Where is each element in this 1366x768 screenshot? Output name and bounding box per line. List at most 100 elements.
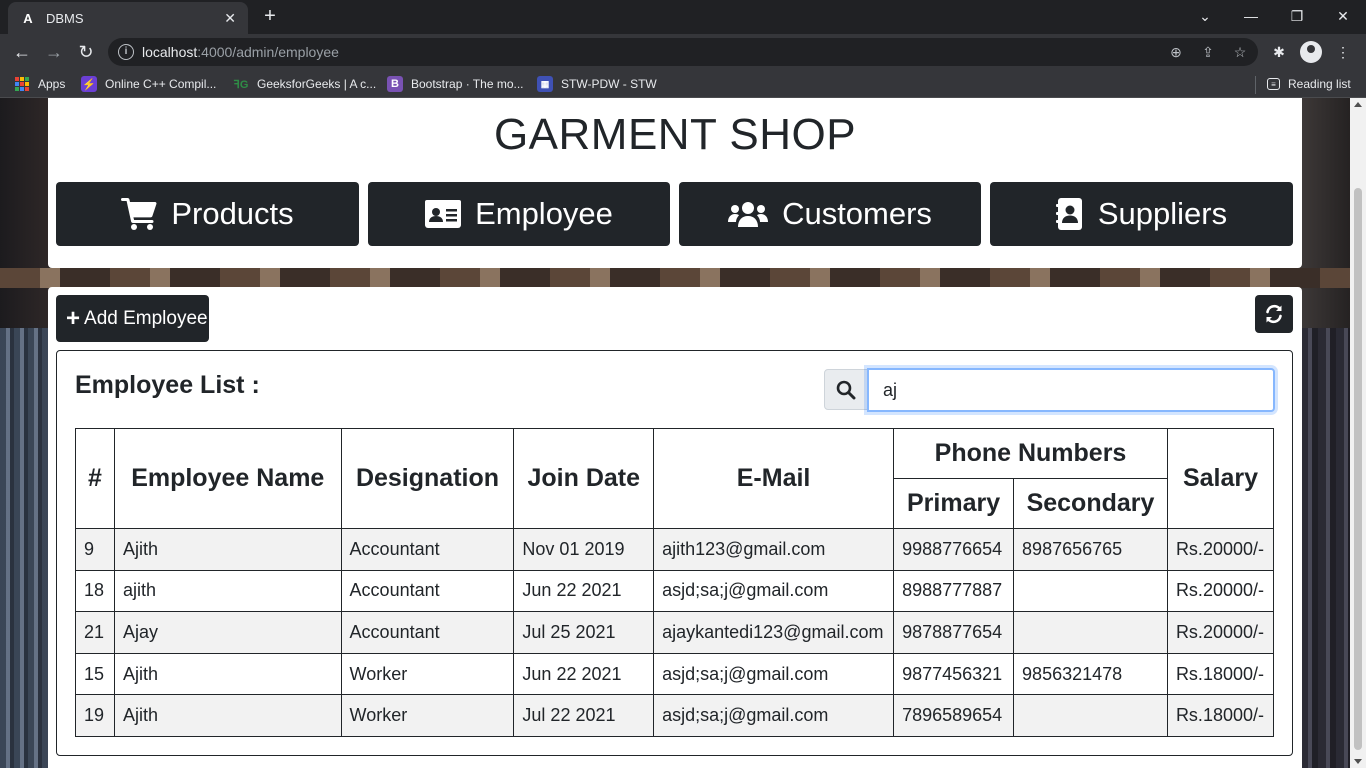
employee-table: # Employee Name Designation Join Date E-… <box>75 428 1275 737</box>
bookmark-online-cpp[interactable]: ⚡ Online C++ Compil... <box>81 75 216 93</box>
cell-secondary-phone <box>1013 569 1168 613</box>
employee-search-input[interactable] <box>867 368 1275 412</box>
tab-close-icon[interactable]: ✕ <box>224 10 236 27</box>
cell-join-date: Jun 22 2021 <box>513 652 655 696</box>
reload-icon[interactable]: ↻ <box>74 40 98 64</box>
gfg-icon: ꟻG <box>233 78 249 91</box>
lightning-icon: ⚡ <box>81 76 97 92</box>
scrollbar-thumb[interactable] <box>1354 188 1362 750</box>
customers-label: Customers <box>782 196 932 231</box>
angular-favicon-icon: A <box>23 10 33 26</box>
share-icon[interactable]: ⇪ <box>1199 43 1217 61</box>
products-button[interactable]: Products <box>56 182 359 246</box>
cell-name: Ajay <box>113 611 342 654</box>
employee-list-title: Employee List : <box>75 371 260 399</box>
cell-secondary-phone <box>1013 611 1168 654</box>
cell-designation: Worker <box>340 694 515 737</box>
cell-salary: Rs.20000/- <box>1166 528 1275 571</box>
cell-designation: Accountant <box>340 611 515 654</box>
new-tab-icon[interactable]: + <box>258 6 282 28</box>
background-image <box>1300 328 1350 768</box>
cell-secondary-phone <box>1013 694 1168 737</box>
cell-name: Ajith <box>113 528 342 571</box>
bookmarks-bar: Apps ⚡ Online C++ Compil... ꟻG GeeksforG… <box>0 70 1366 98</box>
column-header-email: E-Mail <box>653 428 895 529</box>
cell-salary: Rs.20000/- <box>1166 611 1275 654</box>
site-info-icon[interactable]: i <box>118 44 134 60</box>
scroll-up-icon[interactable] <box>1354 102 1362 107</box>
table-row: 9 Ajith Accountant Nov 01 2019 ajith123@… <box>75 528 1275 571</box>
cell-email: ajaykantedi123@gmail.com <box>653 611 895 654</box>
cell-secondary-phone: 8987656765 <box>1013 528 1168 571</box>
zoom-icon[interactable]: ⊕ <box>1167 43 1185 61</box>
shopping-cart-icon <box>121 198 157 230</box>
bootstrap-icon: B <box>387 76 403 92</box>
cell-primary-phone: 9877456321 <box>893 652 1015 696</box>
cell-primary-phone: 8988777887 <box>893 569 1015 613</box>
reading-list[interactable]: ≡ Reading list <box>1267 75 1351 93</box>
employee-label: Employee <box>475 196 613 231</box>
bookmark-label: GeeksforGeeks | A c... <box>257 77 377 91</box>
bookmark-label: Apps <box>38 77 66 91</box>
tab-title: DBMS <box>46 10 84 26</box>
table-row: 15 Ajith Worker Jun 22 2021 asjd;sa;j@gm… <box>75 652 1275 696</box>
forward-icon[interactable]: → <box>42 40 66 64</box>
address-bar[interactable]: i localhost:4000/admin/employee ⊕ ⇪ ☆ <box>108 38 1258 66</box>
bookmark-label: STW-PDW - STW <box>561 77 657 91</box>
window-close-icon[interactable]: ✕ <box>1320 0 1366 34</box>
cell-name: ajith <box>113 569 342 613</box>
browser-tab[interactable]: A DBMS ✕ <box>8 2 248 34</box>
header-card: GARMENT SHOP Products Employee Customers… <box>48 98 1302 268</box>
tab-search-icon[interactable]: ⌄ <box>1182 0 1228 34</box>
apps-grid-icon <box>14 76 30 92</box>
back-icon[interactable]: ← <box>10 40 34 64</box>
bookmark-bootstrap[interactable]: B Bootstrap · The mo... <box>387 75 524 93</box>
bookmark-separator <box>1255 76 1256 94</box>
column-header-number: # <box>75 428 115 529</box>
cell-designation: Worker <box>340 652 515 696</box>
employee-button[interactable]: Employee <box>368 182 670 246</box>
bookmark-apps[interactable]: Apps <box>14 75 65 93</box>
profile-avatar-icon[interactable] <box>1300 41 1322 63</box>
cell-primary-phone: 9878877654 <box>893 611 1015 654</box>
column-header-primary: Primary <box>893 478 1015 529</box>
restore-icon[interactable]: ❐ <box>1274 0 1320 34</box>
cell-email: asjd;sa;j@gmail.com <box>653 569 895 613</box>
cell-id: 19 <box>75 694 115 737</box>
cell-join-date: Nov 01 2019 <box>513 528 655 571</box>
cell-designation: Accountant <box>340 569 515 613</box>
cell-primary-phone: 7896589654 <box>893 694 1015 737</box>
cell-join-date: Jun 22 2021 <box>513 569 655 613</box>
add-employee-label: Add Employee <box>84 307 208 329</box>
refresh-button[interactable] <box>1255 295 1293 333</box>
page-scrollbar[interactable] <box>1350 98 1366 768</box>
customers-button[interactable]: Customers <box>679 182 981 246</box>
cell-join-date: Jul 22 2021 <box>513 694 655 737</box>
content-card: + Add Employee Employee List : aj # Empl… <box>48 287 1302 768</box>
id-card-icon <box>425 200 462 228</box>
browser-menu-icon[interactable]: ⋮ <box>1332 41 1354 63</box>
background-image <box>0 328 50 768</box>
bookmark-stw[interactable]: ▦ STW-PDW - STW <box>537 75 657 93</box>
column-header-designation: Designation <box>340 428 515 529</box>
employee-list-panel: Employee List : # Employee Name Des <box>56 350 1293 756</box>
minimize-icon[interactable]: — <box>1228 0 1274 34</box>
scroll-down-icon[interactable] <box>1354 759 1362 764</box>
suppliers-button[interactable]: Suppliers <box>990 182 1293 246</box>
bookmark-star-icon[interactable]: ☆ <box>1231 43 1249 61</box>
extensions-icon[interactable]: ✱ <box>1268 41 1290 63</box>
products-label: Products <box>171 196 294 231</box>
cell-email: ajith123@gmail.com <box>653 528 895 571</box>
bookmark-geeksforgeeks[interactable]: ꟻG GeeksforGeeks | A c... <box>233 75 377 93</box>
table-row: 18 ajith Accountant Jun 22 2021 asjd;sa;… <box>75 569 1275 613</box>
search-icon <box>836 380 856 399</box>
cell-id: 9 <box>75 528 115 571</box>
add-employee-button[interactable]: + Add Employee <box>56 295 209 342</box>
url-text[interactable]: localhost:4000/admin/employee <box>142 44 339 60</box>
background-image <box>0 268 1350 288</box>
cell-name: Ajith <box>113 694 342 737</box>
reading-list-icon: ≡ <box>1267 78 1280 90</box>
page-viewport: GARMENT SHOP Products Employee Customers… <box>0 98 1350 768</box>
search-button[interactable] <box>824 369 868 410</box>
cell-id: 15 <box>75 652 115 696</box>
